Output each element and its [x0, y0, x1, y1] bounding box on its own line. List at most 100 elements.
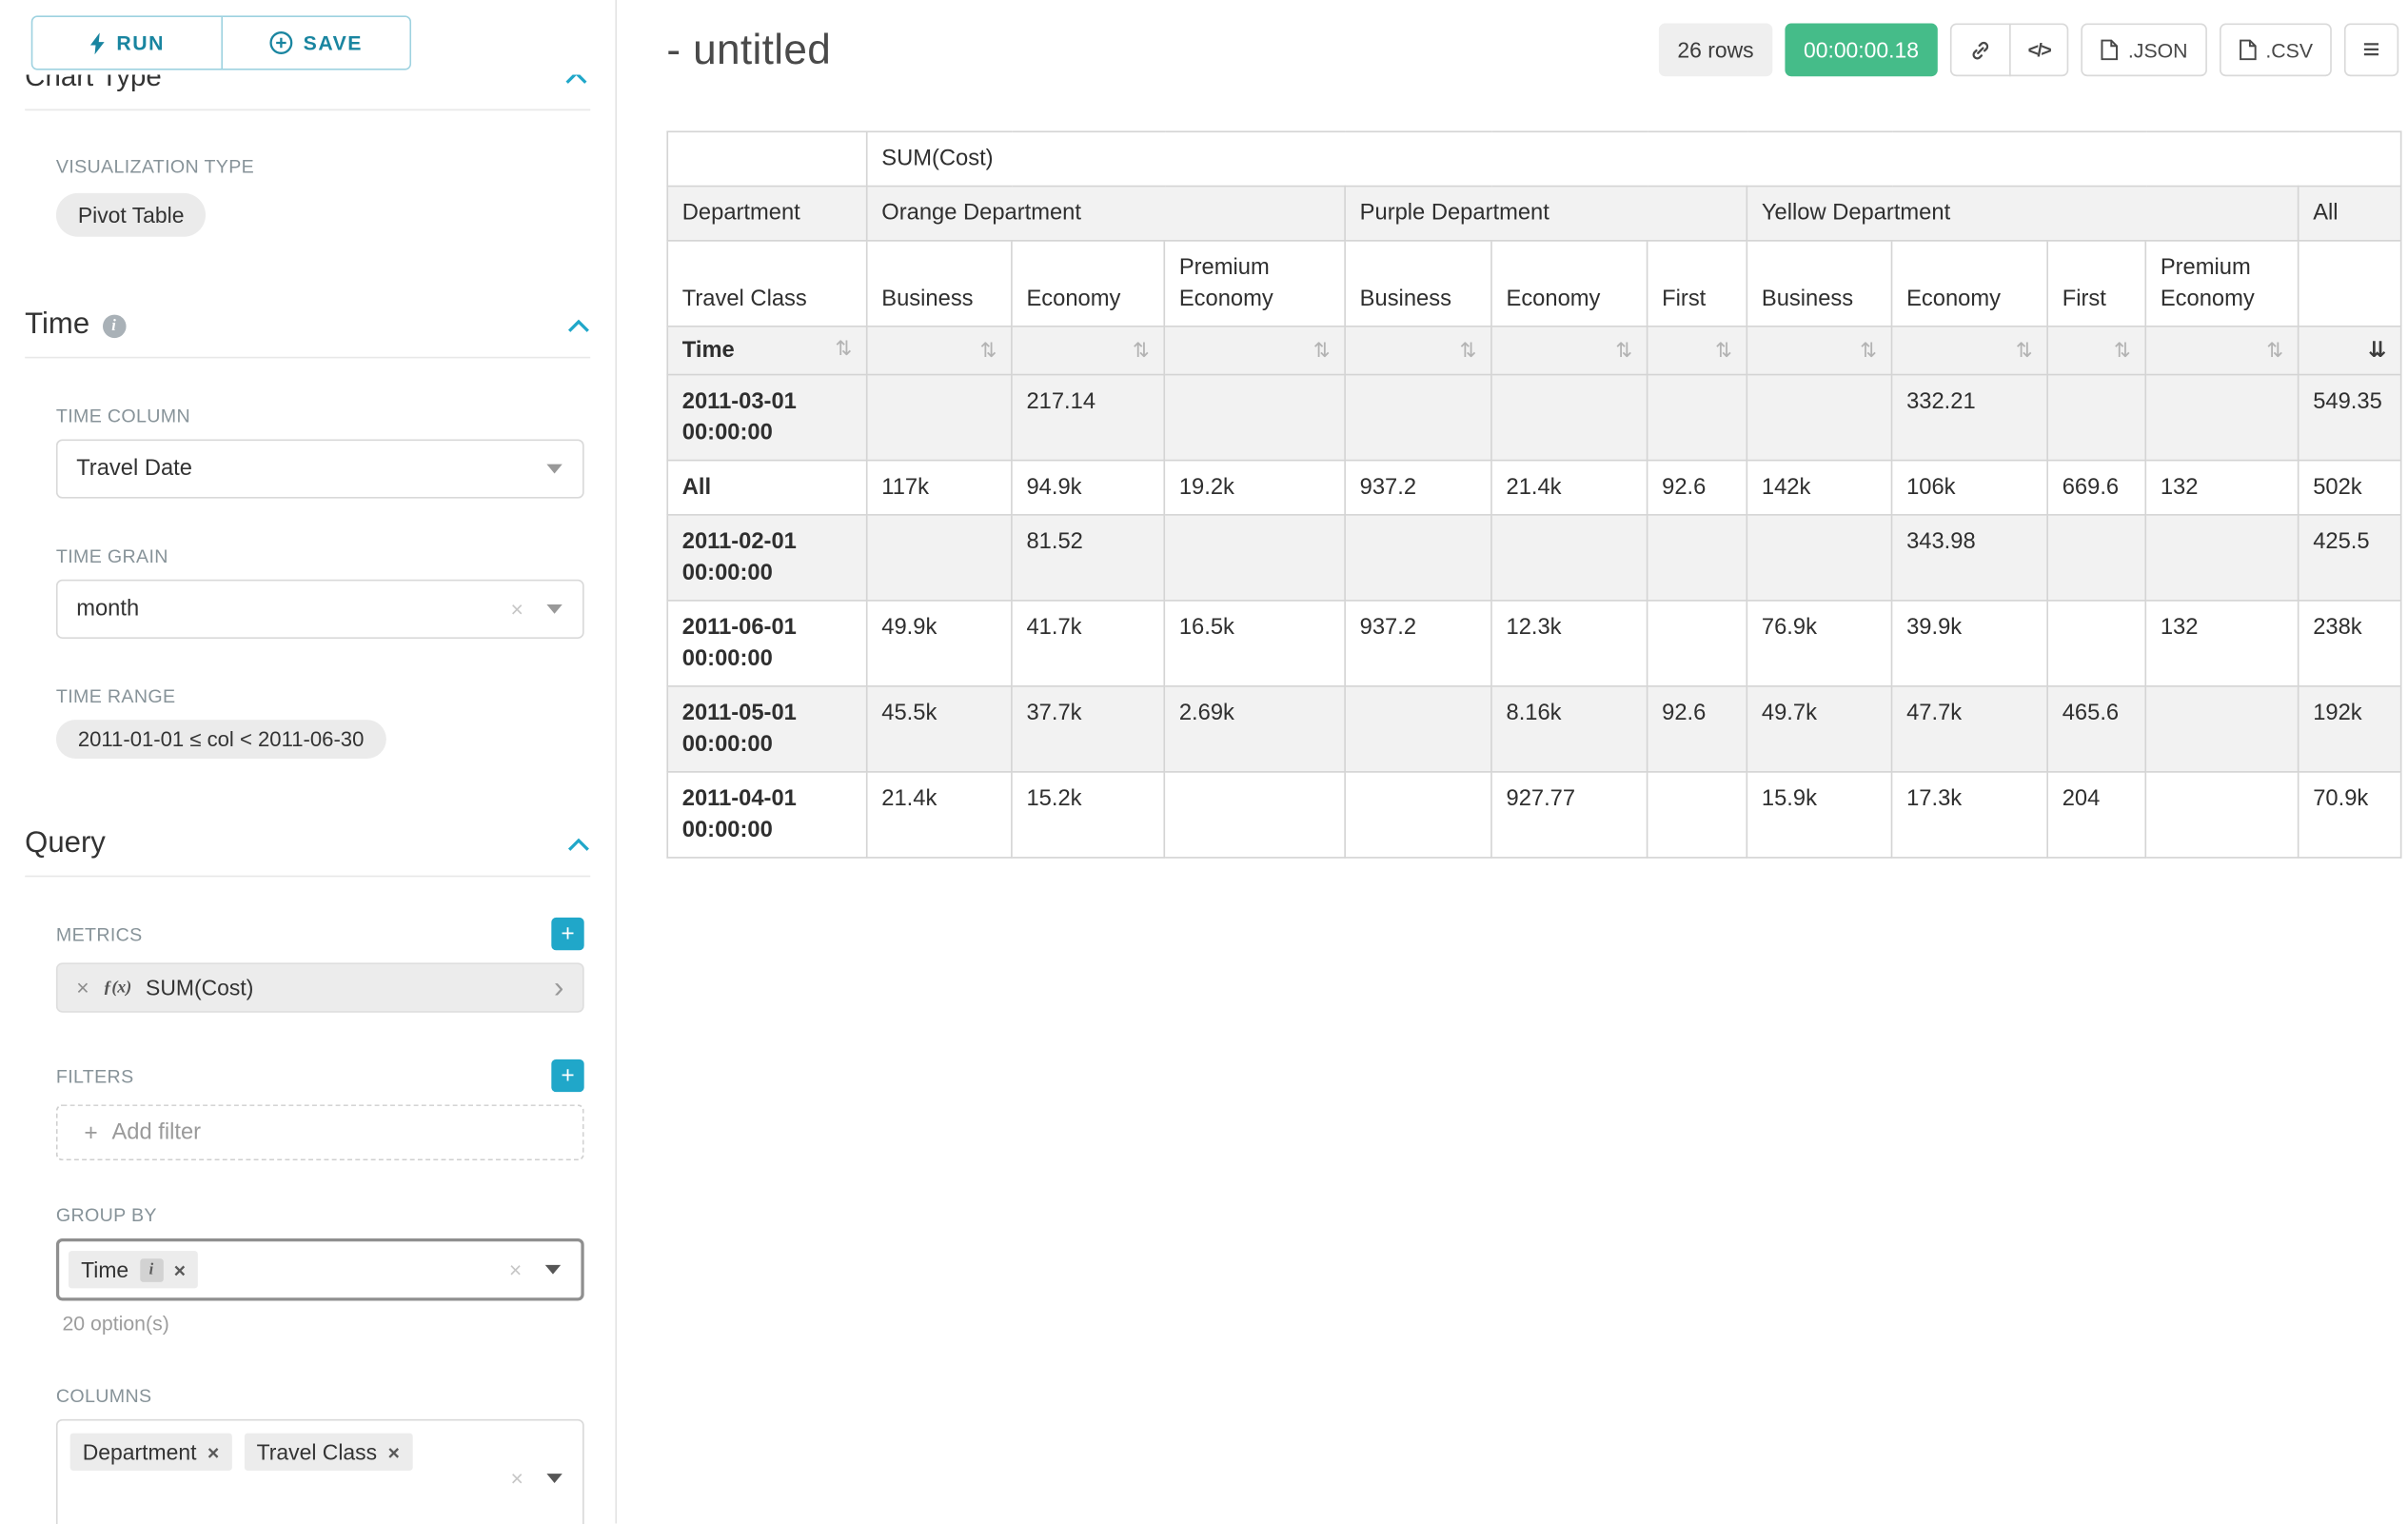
sort-column[interactable]: ⇅ — [2145, 327, 2298, 375]
query-timer-badge: 00:00:00.18 — [1785, 24, 1937, 77]
pivot-department-row: DepartmentOrange DepartmentPurple Depart… — [667, 187, 2401, 241]
sort-column[interactable]: ⇅ — [1012, 327, 1164, 375]
sort-column[interactable]: ⇅ — [1747, 327, 1891, 375]
add-filter-button[interactable]: + Add filter — [56, 1104, 584, 1160]
chip-remove-icon[interactable]: × — [388, 1442, 400, 1462]
travel-class-header: Economy — [1892, 241, 2048, 327]
save-button[interactable]: SAVE — [221, 17, 410, 69]
menu-button[interactable]: ≡ — [2344, 24, 2398, 77]
group-by-select[interactable]: Time i × × — [56, 1238, 584, 1300]
sort-column-active[interactable]: ⇊ — [2299, 327, 2401, 375]
time-column-select[interactable]: Travel Date — [56, 439, 584, 498]
time-grain-label: TIME GRAIN — [56, 545, 584, 567]
file-icon — [2238, 39, 2257, 61]
clear-icon[interactable]: × — [509, 1257, 522, 1282]
pivot-value-cell — [1648, 515, 1747, 601]
view-query-button[interactable]: </> — [2009, 24, 2069, 77]
sort-column[interactable]: ⇅ — [2047, 327, 2145, 375]
pivot-value-cell — [1747, 515, 1891, 601]
travel-class-header: Business — [867, 241, 1012, 327]
metric-item[interactable]: × ƒ(x) SUM(Cost) › — [56, 962, 584, 1012]
pivot-value-cell — [1345, 686, 1491, 772]
run-button[interactable]: RUN — [32, 17, 220, 69]
pivot-value-cell: 669.6 — [2047, 461, 2145, 515]
sort-column[interactable]: ⇅ — [867, 327, 1012, 375]
collapse-section-control[interactable] — [567, 319, 591, 333]
row-label: 2011-04-01 00:00:00 — [667, 772, 866, 858]
sort-icon[interactable]: ⇅ — [1313, 337, 1331, 365]
columns-chip[interactable]: Travel Class × — [245, 1434, 413, 1471]
chart-type-section-header[interactable]: Chart Type — [25, 75, 590, 99]
caret-down-icon — [546, 604, 562, 614]
columns-select[interactable]: Department × Travel Class × × — [56, 1419, 584, 1524]
clear-icon[interactable]: × — [510, 1466, 523, 1491]
short-link-button[interactable] — [1950, 24, 2011, 77]
sort-column[interactable]: ⇅ — [1491, 327, 1648, 375]
travel-class-header — [2299, 241, 2401, 327]
export-json-button[interactable]: .JSON — [2082, 24, 2206, 77]
add-filter-plus-button[interactable]: + — [551, 1059, 583, 1092]
sort-icon[interactable]: ⇅ — [1715, 337, 1732, 365]
sort-column[interactable]: ⇅ — [1164, 327, 1345, 375]
chart-title[interactable]: - untitled — [666, 26, 831, 74]
pivot-value-cell: 332.21 — [1892, 375, 2048, 461]
remove-metric-icon[interactable]: × — [76, 977, 89, 999]
collapse-section-control[interactable] — [567, 838, 591, 852]
sort-column[interactable]: ⇅ — [1648, 327, 1747, 375]
pivot-value-cell: 45.5k — [867, 686, 1012, 772]
viz-type-pill[interactable]: Pivot Table — [56, 193, 206, 237]
pivot-value-cell: 21.4k — [1491, 461, 1648, 515]
sort-icon[interactable]: ⇅ — [2114, 337, 2131, 365]
chip-remove-icon[interactable]: × — [174, 1259, 186, 1279]
row-label: 2011-02-01 00:00:00 — [667, 515, 866, 601]
sort-icon[interactable]: ⇅ — [835, 335, 852, 363]
sort-icon[interactable]: ⇅ — [1615, 337, 1632, 365]
export-csv-button[interactable]: .CSV — [2219, 24, 2331, 77]
pivot-value-cell: 502k — [2299, 461, 2401, 515]
time-section-header[interactable]: Time i — [25, 308, 590, 343]
save-label: SAVE — [304, 31, 363, 55]
metric-header: SUM(Cost) — [867, 131, 2401, 186]
sort-icon[interactable]: ⇅ — [1860, 337, 1877, 365]
sort-icon[interactable]: ⇅ — [1133, 337, 1150, 365]
pivot-value-cell: 16.5k — [1164, 601, 1345, 686]
group-by-chip[interactable]: Time i × — [69, 1251, 198, 1288]
pivot-value-cell — [1164, 375, 1345, 461]
section-divider — [25, 357, 590, 359]
pivot-value-cell: 927.77 — [1491, 772, 1648, 858]
viz-type-label: VISUALIZATION TYPE — [56, 156, 584, 178]
time-grain-select[interactable]: month × — [56, 580, 584, 639]
time-range-pill[interactable]: 2011-01-01 ≤ col < 2011-06-30 — [56, 720, 385, 759]
code-icon: </> — [2028, 39, 2050, 61]
sort-icon[interactable]: ⇅ — [2266, 337, 2283, 365]
chart-header: - untitled 26 rows 00:00:00.18 </> .JSON — [666, 19, 2398, 81]
sort-icon[interactable]: ⇅ — [980, 337, 997, 365]
chip-remove-icon[interactable]: × — [207, 1442, 219, 1462]
chart-type-section-title: Chart Type — [25, 75, 590, 95]
pivot-data-row: 2011-03-01 00:00:00217.14332.21549.35 — [667, 375, 2401, 461]
hamburger-menu-icon: ≡ — [2362, 35, 2379, 65]
pivot-metric-row: SUM(Cost) — [667, 131, 2401, 186]
sort-icon[interactable]: ⇅ — [2016, 337, 2033, 365]
explore-view: RUN SAVE Chart Type VISUALIZATION TYPE P… — [0, 0, 2408, 1523]
share-query-button-group: </> — [1950, 24, 2069, 77]
sort-icon[interactable]: ⇅ — [1460, 337, 1477, 365]
clear-icon[interactable]: × — [510, 597, 523, 622]
chevron-up-icon — [565, 75, 587, 85]
chevron-right-icon[interactable]: › — [554, 973, 563, 1002]
add-metric-button[interactable]: + — [551, 918, 583, 950]
row-label: 2011-05-01 00:00:00 — [667, 686, 866, 772]
link-icon — [1968, 38, 1992, 62]
chip-label: Travel Class — [257, 1439, 377, 1464]
pivot-corner-blank — [667, 131, 866, 186]
columns-chip[interactable]: Department × — [70, 1434, 232, 1471]
chevron-up-icon — [567, 838, 591, 852]
time-dim-label[interactable]: Time⇅ — [667, 327, 866, 375]
sort-column[interactable]: ⇅ — [1892, 327, 2048, 375]
pivot-value-cell — [1491, 375, 1648, 461]
pivot-value-cell — [2047, 375, 2145, 461]
query-section-header[interactable]: Query — [25, 827, 590, 861]
time-grain-value: month — [76, 597, 139, 622]
sort-desc-icon[interactable]: ⇊ — [2368, 335, 2386, 366]
sort-column[interactable]: ⇅ — [1345, 327, 1491, 375]
